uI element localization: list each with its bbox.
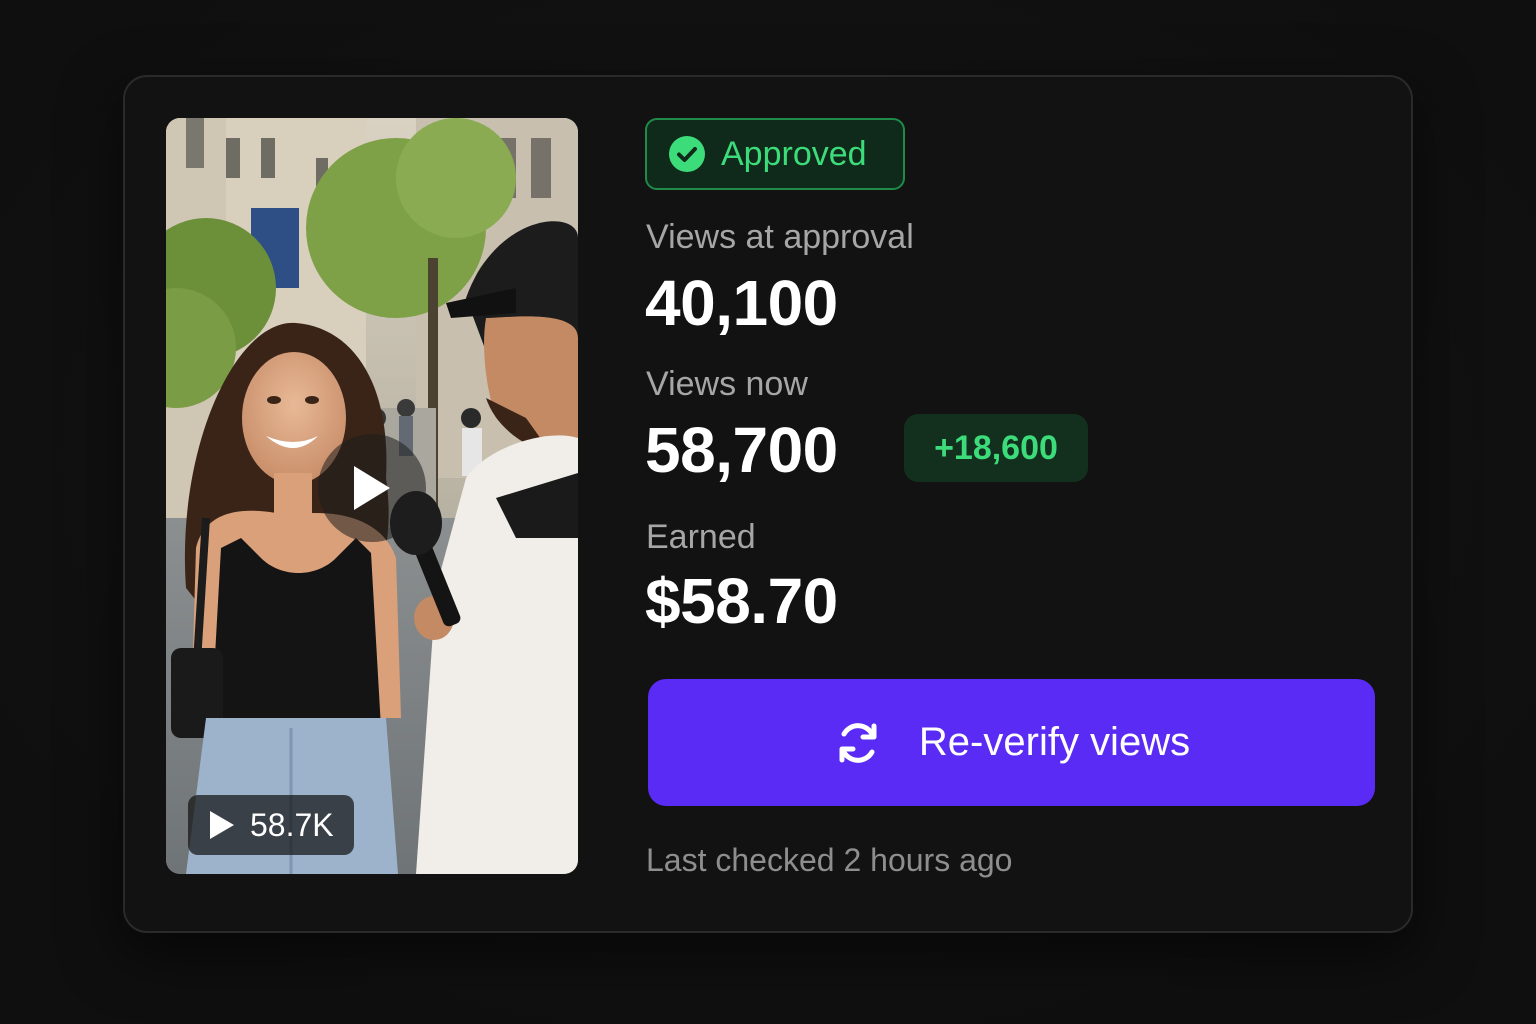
video-thumbnail[interactable]: 58.7K (166, 118, 578, 874)
play-icon (354, 466, 390, 510)
submission-card: 58.7K Approved Views at approval 40,100 … (123, 75, 1413, 933)
view-count-badge: 58.7K (188, 795, 354, 855)
refresh-icon (839, 722, 877, 763)
play-icon (210, 811, 234, 839)
status-label: Approved (721, 134, 867, 173)
page: 58.7K Approved Views at approval 40,100 … (0, 0, 1536, 1024)
views-now-value: 58,700 (645, 414, 838, 486)
last-checked-text: Last checked 2 hours ago (646, 842, 1013, 878)
earned-value: $58.70 (645, 565, 838, 637)
views-now-label: Views now (646, 365, 808, 403)
earned-label: Earned (646, 518, 756, 556)
play-button[interactable] (318, 434, 426, 542)
reverify-button-label: Re-verify views (918, 720, 1191, 764)
check-circle-icon (669, 136, 705, 172)
view-count-text: 58.7K (250, 806, 334, 843)
status-badge: Approved (645, 118, 905, 190)
views-at-approval-label: Views at approval (646, 218, 914, 256)
views-at-approval-value: 40,100 (645, 267, 838, 339)
views-delta-badge: +18,600 (904, 414, 1088, 482)
reverify-views-button[interactable]: Re-verify views (648, 679, 1375, 806)
